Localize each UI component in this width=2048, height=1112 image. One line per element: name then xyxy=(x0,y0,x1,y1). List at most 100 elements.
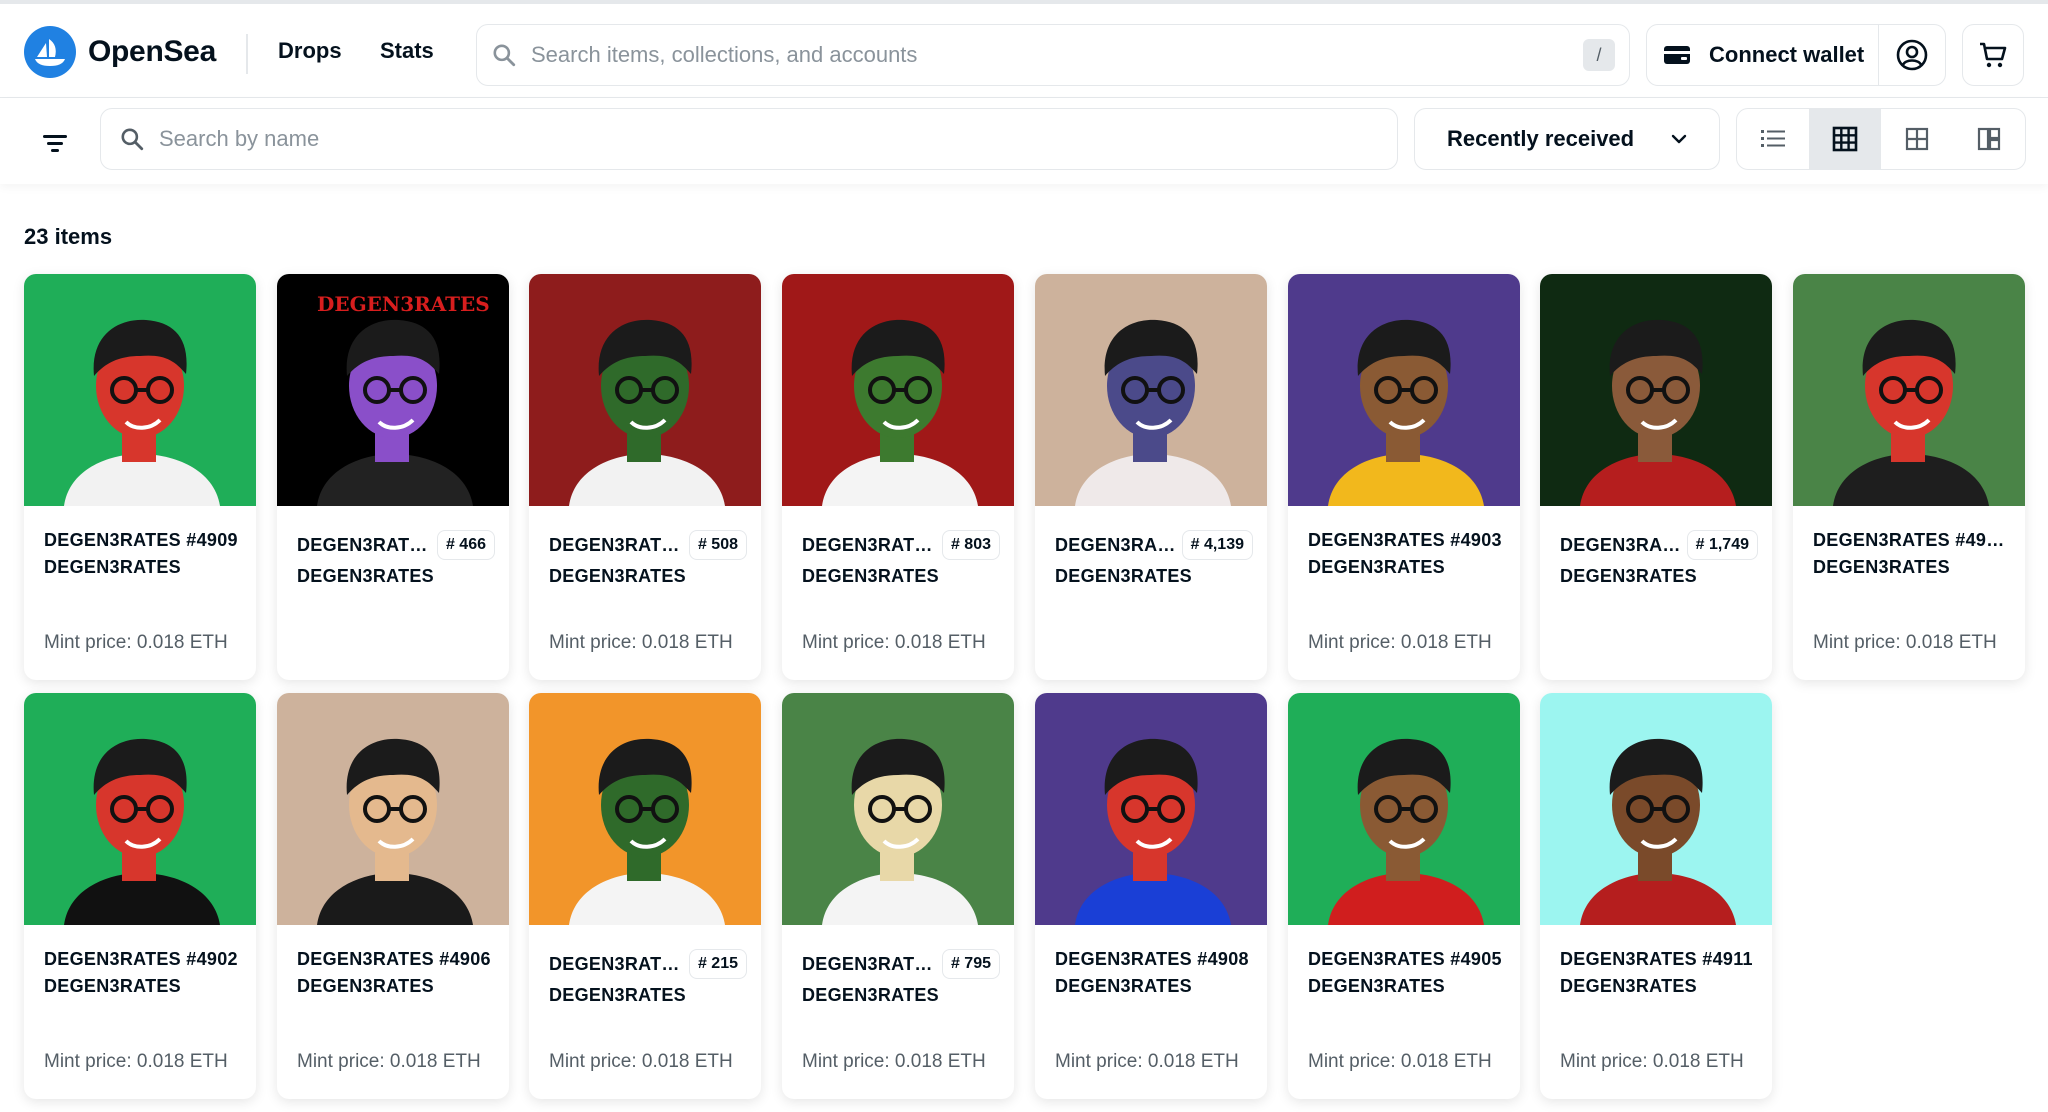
nft-card[interactable]: DEGEN3RATES DEGEN3RAT… # 466 DEGEN3RATES xyxy=(277,274,509,680)
nft-image[interactable] xyxy=(1288,693,1520,925)
nft-card[interactable]: DEGEN3RA… # 4,139 DEGEN3RATES xyxy=(1035,274,1267,680)
nft-card[interactable]: DEGEN3RATES #4905 DEGEN3RATES Mint price: … xyxy=(1288,693,1520,1099)
collection-name[interactable]: DEGEN3RATES xyxy=(549,985,747,1006)
collection-name[interactable]: DEGEN3RATES xyxy=(1055,976,1253,997)
nav-divider xyxy=(246,34,248,74)
mint-price: Mint price: 0.018 ETH xyxy=(297,1051,481,1072)
nft-image[interactable] xyxy=(24,693,256,925)
search-shortcut-key: / xyxy=(1583,39,1615,71)
nft-name: DEGEN3RATES #4906 xyxy=(297,949,491,969)
nft-card[interactable]: DEGEN3RAT… # 803 DEGEN3RATES Mint price: 0.… xyxy=(782,274,1014,680)
nft-card[interactable]: DEGEN3RATES #4902 DEGEN3RATES Mint price: … xyxy=(24,693,256,1099)
mint-price: Mint price: 0.018 ETH xyxy=(44,1051,228,1072)
filter-list-icon xyxy=(43,135,67,152)
collection-name[interactable]: DEGEN3RATES xyxy=(1308,557,1506,578)
nft-info: DEGEN3RAT… # 803 DEGEN3RATES xyxy=(802,530,1000,587)
nft-card[interactable]: DEGEN3RATES #4911 DEGEN3RATES Mint price: … xyxy=(1540,693,1772,1099)
list-view-icon xyxy=(1761,130,1785,147)
global-search-input[interactable] xyxy=(531,42,1531,68)
list-view-button[interactable] xyxy=(1737,109,1809,169)
nft-info: DEGEN3RATES #4905 DEGEN3RATES xyxy=(1308,949,1506,997)
opensea-logo-icon xyxy=(24,26,76,78)
large-grid-view-button[interactable] xyxy=(1881,109,1953,169)
nft-card[interactable]: DEGEN3RAT… # 508 DEGEN3RATES Mint price: 0.… xyxy=(529,274,761,680)
nft-image[interactable] xyxy=(1035,693,1267,925)
nft-name: DEGEN3RATES #4902 xyxy=(44,949,238,969)
grid-icon xyxy=(1905,127,1929,151)
collection-name[interactable]: DEGEN3RATES xyxy=(1308,976,1506,997)
nft-image[interactable]: DEGEN3RATES xyxy=(277,274,509,506)
nft-info: DEGEN3RATES #4909 DEGEN3RATES xyxy=(44,530,242,578)
nft-card[interactable]: DEGEN3RAT… # 215 DEGEN3RATES Mint price: 0.… xyxy=(529,693,761,1099)
token-number-badge: # 795 xyxy=(941,949,1000,979)
nft-card[interactable]: DEGEN3RATES #4903 DEGEN3RATES Mint price: … xyxy=(1288,274,1520,680)
profile-button[interactable] xyxy=(1879,25,1945,85)
collection-name[interactable]: DEGEN3RATES xyxy=(1560,566,1758,587)
token-number-badge: # 215 xyxy=(688,949,747,979)
nft-name: DEGEN3RAT… xyxy=(549,534,680,555)
nav-drops[interactable]: Drops xyxy=(278,38,342,64)
collection-watermark: DEGEN3RATES xyxy=(317,292,490,316)
global-search-bar[interactable]: / xyxy=(476,24,1630,86)
nft-image[interactable] xyxy=(782,693,1014,925)
collection-name[interactable]: DEGEN3RATES xyxy=(802,566,1000,587)
nft-info: DEGEN3RAT… # 215 DEGEN3RATES xyxy=(549,949,747,1006)
nft-info: DEGEN3RATES #4903 DEGEN3RATES xyxy=(1308,530,1506,578)
collection-name[interactable]: DEGEN3RATES xyxy=(1560,976,1758,997)
filter-toggle-button[interactable] xyxy=(34,122,76,164)
collection-name[interactable]: DEGEN3RATES xyxy=(297,566,495,587)
nft-card[interactable]: DEGEN3RATES #4908 DEGEN3RATES Mint price: … xyxy=(1035,693,1267,1099)
nft-card[interactable]: DEGEN3RA… # 1,749 DEGEN3RATES xyxy=(1540,274,1772,680)
nft-name: DEGEN3RAT… xyxy=(802,534,933,555)
wallet-icon xyxy=(1664,46,1690,64)
nft-name: DEGEN3RATES #4911 xyxy=(1560,949,1753,969)
nft-name: DEGEN3RAT… xyxy=(802,953,933,974)
top-nav: OpenSea Drops Stats / Connect wallet xyxy=(0,0,2048,98)
dense-grid-icon xyxy=(1832,126,1858,152)
collection-name[interactable]: DEGEN3RATES xyxy=(549,566,747,587)
nft-info: DEGEN3RATES #4902 DEGEN3RATES xyxy=(44,949,242,997)
collection-name[interactable]: DEGEN3RATES xyxy=(1813,557,2011,578)
mint-price: Mint price: 0.018 ETH xyxy=(1308,1051,1492,1072)
nft-name: DEGEN3RAT… xyxy=(549,953,680,974)
nft-image[interactable] xyxy=(782,274,1014,506)
wallet-group: Connect wallet xyxy=(1646,24,1946,86)
nft-image[interactable] xyxy=(24,274,256,506)
nft-card[interactable]: DEGEN3RATES #4909 DEGEN3RATES Mint price: … xyxy=(24,274,256,680)
collection-name[interactable]: DEGEN3RATES xyxy=(44,557,242,578)
collection-name[interactable]: DEGEN3RATES xyxy=(1055,566,1253,587)
collection-name[interactable]: DEGEN3RATES xyxy=(44,976,242,997)
collection-name[interactable]: DEGEN3RATES xyxy=(297,976,495,997)
nft-card[interactable]: DEGEN3RAT… # 795 DEGEN3RATES Mint price: 0.… xyxy=(782,693,1014,1099)
sort-dropdown[interactable]: Recently received xyxy=(1414,108,1720,170)
connect-wallet-button[interactable]: Connect wallet xyxy=(1647,25,1880,85)
cart-button[interactable] xyxy=(1962,24,2024,86)
nft-image[interactable] xyxy=(1035,274,1267,506)
nft-info: DEGEN3RAT… # 795 DEGEN3RATES xyxy=(802,949,1000,1006)
nft-image[interactable] xyxy=(1288,274,1520,506)
nft-name: DEGEN3RATES #490… xyxy=(1813,530,2011,550)
nav-stats[interactable]: Stats xyxy=(380,38,434,64)
small-grid-view-button[interactable] xyxy=(1809,109,1881,169)
nft-card[interactable]: DEGEN3RATES #4906 DEGEN3RATES Mint price: … xyxy=(277,693,509,1099)
nft-card[interactable]: DEGEN3RATES #490… DEGEN3RATES Mint price: … xyxy=(1793,274,2025,680)
nft-image[interactable] xyxy=(1793,274,2025,506)
nft-name: DEGEN3RATES #4909 xyxy=(44,530,238,550)
nft-image[interactable] xyxy=(277,693,509,925)
name-search-bar[interactable] xyxy=(100,108,1398,170)
opensea-logo[interactable]: OpenSea xyxy=(24,26,216,78)
mint-price: Mint price: 0.018 ETH xyxy=(1560,1051,1744,1072)
token-number-badge: # 466 xyxy=(436,530,495,560)
nft-info: DEGEN3RA… # 1,749 DEGEN3RATES xyxy=(1560,530,1758,587)
nft-image[interactable] xyxy=(529,274,761,506)
name-search-input[interactable] xyxy=(159,126,1359,152)
brand-name: OpenSea xyxy=(88,35,216,68)
connect-wallet-label: Connect wallet xyxy=(1709,42,1865,67)
token-number-badge: # 508 xyxy=(688,530,747,560)
nft-image[interactable] xyxy=(1540,693,1772,925)
collection-name[interactable]: DEGEN3RATES xyxy=(802,985,1000,1006)
mosaic-view-button[interactable] xyxy=(1953,109,2025,169)
nft-image[interactable] xyxy=(1540,274,1772,506)
nft-image[interactable] xyxy=(529,693,761,925)
nft-name: DEGEN3RATES #4903 xyxy=(1308,530,1502,550)
